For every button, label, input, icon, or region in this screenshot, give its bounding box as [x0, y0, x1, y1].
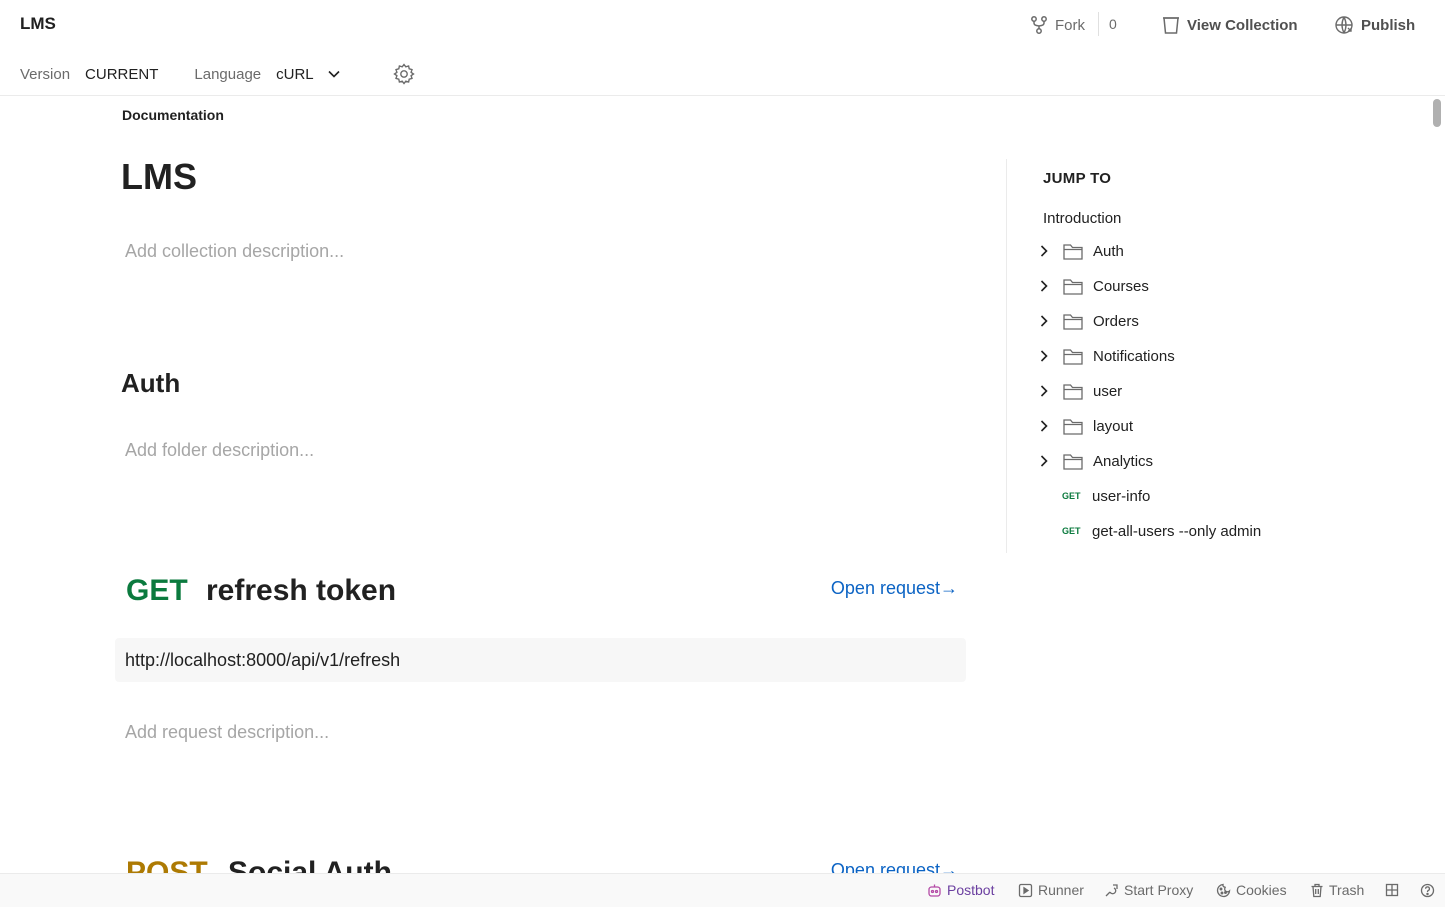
proxy-icon: [1105, 883, 1118, 896]
language-label: Language: [194, 65, 262, 83]
runner-button[interactable]: Runner: [1018, 881, 1084, 899]
page-title: LMS: [121, 156, 197, 197]
request-name: refresh token: [206, 574, 397, 607]
postbot-icon: [928, 884, 941, 897]
jump-to-request-label: user-info: [1092, 487, 1151, 505]
folder-description-input[interactable]: Add folder description...: [125, 440, 314, 461]
jump-to-request[interactable]: GET user-info: [1062, 484, 1150, 508]
publish-label: Publish: [1361, 16, 1416, 34]
help-button[interactable]: [1420, 881, 1440, 899]
postbot-label: Postbot: [947, 882, 995, 898]
version-language-bar: Version CURRENT Language cURL: [20, 62, 340, 86]
chevron-right-icon[interactable]: [1037, 280, 1051, 292]
fork-icon: [1031, 16, 1047, 34]
request-url-box: http://localhost:8000/api/v1/refresh: [115, 638, 966, 682]
folder-icon: [1063, 278, 1083, 295]
jump-to-folder-label: Auth: [1093, 242, 1124, 260]
method-badge: GET: [1062, 526, 1081, 536]
fork-button[interactable]: Fork: [1030, 13, 1085, 37]
fork-count: 0: [1109, 16, 1117, 32]
cookies-icon: [1216, 883, 1231, 897]
request-method: POST: [126, 856, 208, 873]
top-bar: LMS Fork 0 View Collection Publish Versi…: [0, 0, 1445, 96]
request-header: POST Social Auth Open request→: [126, 856, 958, 873]
language-select[interactable]: cURL: [276, 66, 340, 83]
breadcrumb: Documentation: [122, 107, 224, 123]
view-collection-icon: [1163, 17, 1179, 34]
version-label: Version: [20, 65, 71, 83]
jump-to-folder-auth[interactable]: Auth: [1037, 239, 1377, 263]
gear-icon: [393, 63, 415, 85]
start-proxy-label: Start Proxy: [1124, 882, 1194, 898]
request-url: http://localhost:8000/api/v1/refresh: [125, 650, 401, 670]
folder-icon: [1063, 313, 1083, 330]
fork-divider: [1098, 12, 1099, 36]
jump-to-request[interactable]: GET get-all-users --only admin: [1062, 519, 1261, 543]
jump-to-request-label: get-all-users --only admin: [1092, 522, 1262, 540]
jump-to-folder-courses[interactable]: Courses: [1037, 274, 1377, 298]
chevron-right-icon[interactable]: [1037, 350, 1051, 362]
fork-label: Fork: [1055, 16, 1085, 34]
jump-to-folder-label: Notifications: [1093, 347, 1175, 365]
runner-icon: [1018, 883, 1033, 897]
jump-to-folder-analytics[interactable]: Analytics: [1037, 449, 1377, 473]
chevron-right-icon[interactable]: [1037, 385, 1051, 397]
request-header: GET refresh token Open request→: [126, 574, 958, 610]
request-name: Social Auth: [228, 856, 392, 873]
chevron-right-icon[interactable]: [1037, 315, 1051, 327]
chevron-right-icon[interactable]: [1037, 420, 1051, 432]
documentation-content: Documentation LMS Add collection descrip…: [0, 96, 1445, 873]
collection-title: LMS: [20, 14, 56, 33]
help-icon: [1420, 883, 1435, 897]
folder-icon: [1063, 348, 1083, 365]
version-value[interactable]: CURRENT: [85, 66, 158, 83]
folder-icon: [1063, 243, 1083, 260]
jump-to-folder-layout[interactable]: layout: [1037, 414, 1377, 438]
settings-button[interactable]: [393, 63, 415, 90]
folder-title: Auth: [121, 368, 181, 398]
jump-to-folder-label: layout: [1093, 417, 1134, 435]
collection-description-input[interactable]: Add collection description...: [125, 241, 344, 262]
jump-to-folder-label: user: [1093, 382, 1123, 400]
jump-to-folder-label: Orders: [1093, 312, 1139, 330]
view-collection-label: View Collection: [1187, 16, 1298, 34]
language-value: cURL: [276, 65, 314, 83]
layout-toggle-button[interactable]: [1385, 881, 1404, 899]
chevron-right-icon[interactable]: [1037, 245, 1051, 257]
jump-to-introduction[interactable]: Introduction: [1043, 210, 1121, 227]
request-method: GET: [126, 574, 188, 607]
view-collection-button[interactable]: View Collection: [1162, 13, 1298, 37]
jump-to-folder-orders[interactable]: Orders: [1037, 309, 1377, 333]
open-request-link[interactable]: Open request→: [831, 860, 958, 873]
jump-to-folder-notifications[interactable]: Notifications: [1037, 344, 1377, 368]
trash-label: Trash: [1329, 882, 1365, 898]
status-bar: Postbot Runner Start Proxy Cookies Trash: [0, 873, 1445, 907]
open-request-link[interactable]: Open request→: [831, 578, 958, 599]
jump-to-folder-label: Courses: [1093, 277, 1149, 295]
jump-to-title: JUMP TO: [1043, 170, 1112, 187]
cookies-button[interactable]: Cookies: [1216, 881, 1287, 899]
start-proxy-button[interactable]: Start Proxy: [1104, 881, 1193, 899]
request-description-input[interactable]: Add request description...: [125, 722, 329, 743]
folder-icon: [1063, 453, 1083, 470]
publish-icon: [1335, 16, 1353, 34]
jump-to-folder-label: Analytics: [1093, 452, 1154, 470]
folder-icon: [1063, 418, 1083, 435]
postbot-button[interactable]: Postbot: [927, 881, 994, 899]
runner-label: Runner: [1038, 882, 1084, 898]
jump-to-folder-user[interactable]: user: [1037, 379, 1377, 403]
trash-icon: [1311, 883, 1323, 897]
method-badge: GET: [1062, 491, 1081, 501]
chevron-right-icon[interactable]: [1037, 455, 1051, 467]
folder-icon: [1063, 383, 1083, 400]
chevron-down-icon: [328, 70, 340, 78]
publish-button[interactable]: Publish: [1334, 13, 1415, 37]
jump-to-panel: JUMP TO Introduction Auth Courses Orders No…: [1006, 159, 1387, 553]
trash-button[interactable]: Trash: [1310, 881, 1364, 899]
layout-icon: [1385, 883, 1399, 897]
cookies-label: Cookies: [1236, 882, 1287, 898]
